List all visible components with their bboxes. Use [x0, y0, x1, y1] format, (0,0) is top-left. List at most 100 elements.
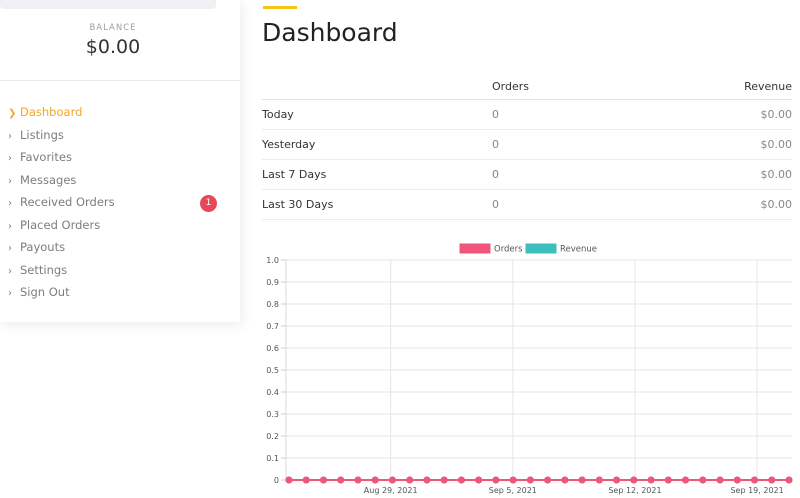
- sidebar-item-label: Settings: [20, 262, 68, 277]
- data-point-orders: [716, 476, 724, 484]
- revenue-value: $0.00: [760, 168, 793, 181]
- title-accent-bar: [263, 6, 297, 9]
- table-row: Today 0 $0.00: [262, 100, 792, 130]
- chevron-right-icon: ›: [8, 265, 12, 277]
- data-point-orders: [544, 476, 552, 484]
- sidebar-item-label: Sign Out: [20, 285, 70, 299]
- chevron-right-icon: ❯: [8, 108, 17, 119]
- y-tick-label: 0.7: [266, 322, 279, 331]
- balance-label: BALANCE: [89, 23, 137, 33]
- sidebar-nav: ❯ Dashboard › Listings › Favorites › Message…: [0, 101, 240, 304]
- period-label: Today: [262, 108, 294, 121]
- data-point-orders: [302, 476, 310, 484]
- table-row: Yesterday 0 $0.00: [262, 130, 792, 160]
- sidebar-item-placed-orders[interactable]: › Placed Orders: [0, 214, 240, 237]
- x-tick-label: Sep 12, 2021: [608, 486, 661, 495]
- sidebar-item-label: Listings: [20, 127, 64, 142]
- sidebar-item-label: Favorites: [20, 150, 72, 164]
- sidebar-item-received-orders[interactable]: › Received Orders 1: [0, 191, 240, 214]
- data-point-orders: [371, 476, 379, 484]
- sidebar-divider: [0, 80, 240, 81]
- period-label: Last 7 Days: [262, 168, 327, 181]
- sidebar-item-label: Received Orders: [20, 195, 115, 209]
- data-point-orders: [699, 476, 707, 484]
- legend-swatch-revenue: [525, 243, 557, 254]
- x-tick-label: Sep 19, 2021: [730, 486, 783, 495]
- sidebar-item-dashboard[interactable]: ❯ Dashboard: [0, 101, 240, 124]
- y-tick-label: 0.5: [266, 366, 279, 375]
- data-point-orders: [578, 476, 586, 484]
- data-point-orders: [647, 476, 655, 484]
- data-point-orders: [682, 476, 690, 484]
- sidebar-item-label: Dashboard: [20, 105, 83, 119]
- chevron-right-icon: ›: [8, 288, 12, 299]
- data-point-orders: [354, 476, 362, 484]
- y-tick-label: 0.1: [266, 454, 279, 463]
- column-header-revenue: Revenue: [744, 80, 792, 93]
- received-orders-badge: 1: [200, 195, 217, 212]
- data-point-orders: [768, 476, 776, 484]
- sidebar-item-payouts[interactable]: › Payouts: [0, 236, 240, 259]
- revenue-value: $0.00: [760, 108, 793, 121]
- data-point-orders: [595, 476, 603, 484]
- stats-table-header: Orders Revenue: [262, 72, 792, 100]
- x-tick-label: Aug 29, 2021: [364, 486, 418, 495]
- legend-label-revenue: Revenue: [560, 245, 597, 255]
- data-point-orders: [388, 476, 396, 484]
- y-tick-label: 0.3: [266, 410, 279, 419]
- sidebar-item-favorites[interactable]: › Favorites: [0, 146, 240, 169]
- table-row: Last 30 Days 0 $0.00: [262, 190, 792, 220]
- orders-revenue-chart: 1.0 0.9 0.8 0.7 0.6 0.5 0.4 0.3 0.2 0.1 0 Aug 29, 2…: [266, 243, 793, 495]
- data-point-orders: [751, 476, 759, 484]
- data-point-orders: [509, 476, 517, 484]
- data-point-orders: [423, 476, 431, 484]
- y-tick-label: 0.4: [266, 388, 279, 397]
- y-tick-label: 0.8: [266, 300, 279, 309]
- sidebar-item-label: Placed Orders: [20, 217, 101, 232]
- period-label: Last 30 Days: [262, 198, 334, 211]
- sidebar-item-settings[interactable]: › Settings: [0, 259, 240, 282]
- data-point-orders: [406, 476, 414, 484]
- page-title: Dashboard: [262, 18, 398, 47]
- stats-table: Orders Revenue Today 0 $0.00 Yesterday 0…: [262, 72, 792, 220]
- sidebar: BALANCE $0.00 ❯ Dashboard › Listings › Favo…: [0, 0, 240, 322]
- revenue-value: $0.00: [760, 138, 793, 151]
- data-point-orders: [561, 476, 569, 484]
- data-point-orders: [337, 476, 345, 484]
- x-tick-label: Sep 5, 2021: [489, 486, 537, 495]
- page: BALANCE $0.00 ❯ Dashboard › Listings › Favo…: [0, 0, 800, 498]
- data-point-orders: [630, 476, 638, 484]
- sidebar-item-label: Messages: [20, 172, 77, 187]
- y-tick-label: 0.2: [266, 432, 279, 441]
- data-point-orders: [613, 476, 621, 484]
- chevron-right-icon: ›: [8, 130, 12, 142]
- data-point-orders: [785, 476, 793, 484]
- table-row: Last 7 Days 0 $0.00: [262, 160, 792, 190]
- orders-value: 0: [492, 198, 499, 211]
- chevron-right-icon: ›: [8, 175, 12, 187]
- y-tick-label: 0.9: [266, 278, 279, 287]
- orders-value: 0: [492, 108, 499, 121]
- data-point-orders: [440, 476, 448, 484]
- data-point-orders: [733, 476, 741, 484]
- column-header-orders: Orders: [492, 80, 529, 93]
- data-point-orders: [285, 476, 293, 484]
- period-label: Yesterday: [262, 138, 316, 151]
- y-tick-label: 1.0: [266, 256, 279, 265]
- sidebar-item-label: Payouts: [20, 240, 66, 254]
- sidebar-item-sign-out[interactable]: › Sign Out: [0, 281, 240, 304]
- sidebar-item-listings[interactable]: › Listings: [0, 124, 240, 147]
- data-point-orders: [319, 476, 327, 484]
- data-point-orders: [526, 476, 534, 484]
- revenue-value: $0.00: [760, 198, 793, 211]
- chevron-right-icon: ›: [8, 243, 12, 254]
- sidebar-item-messages[interactable]: › Messages: [0, 169, 240, 192]
- chevron-right-icon: ›: [8, 198, 12, 209]
- y-tick-label: 0: [274, 476, 279, 485]
- orders-value: 0: [492, 138, 499, 151]
- chevron-right-icon: ›: [8, 220, 12, 232]
- legend-swatch-orders: [459, 243, 491, 254]
- y-tick-label: 0.6: [266, 344, 279, 353]
- data-point-orders: [492, 476, 500, 484]
- data-point-orders: [475, 476, 483, 484]
